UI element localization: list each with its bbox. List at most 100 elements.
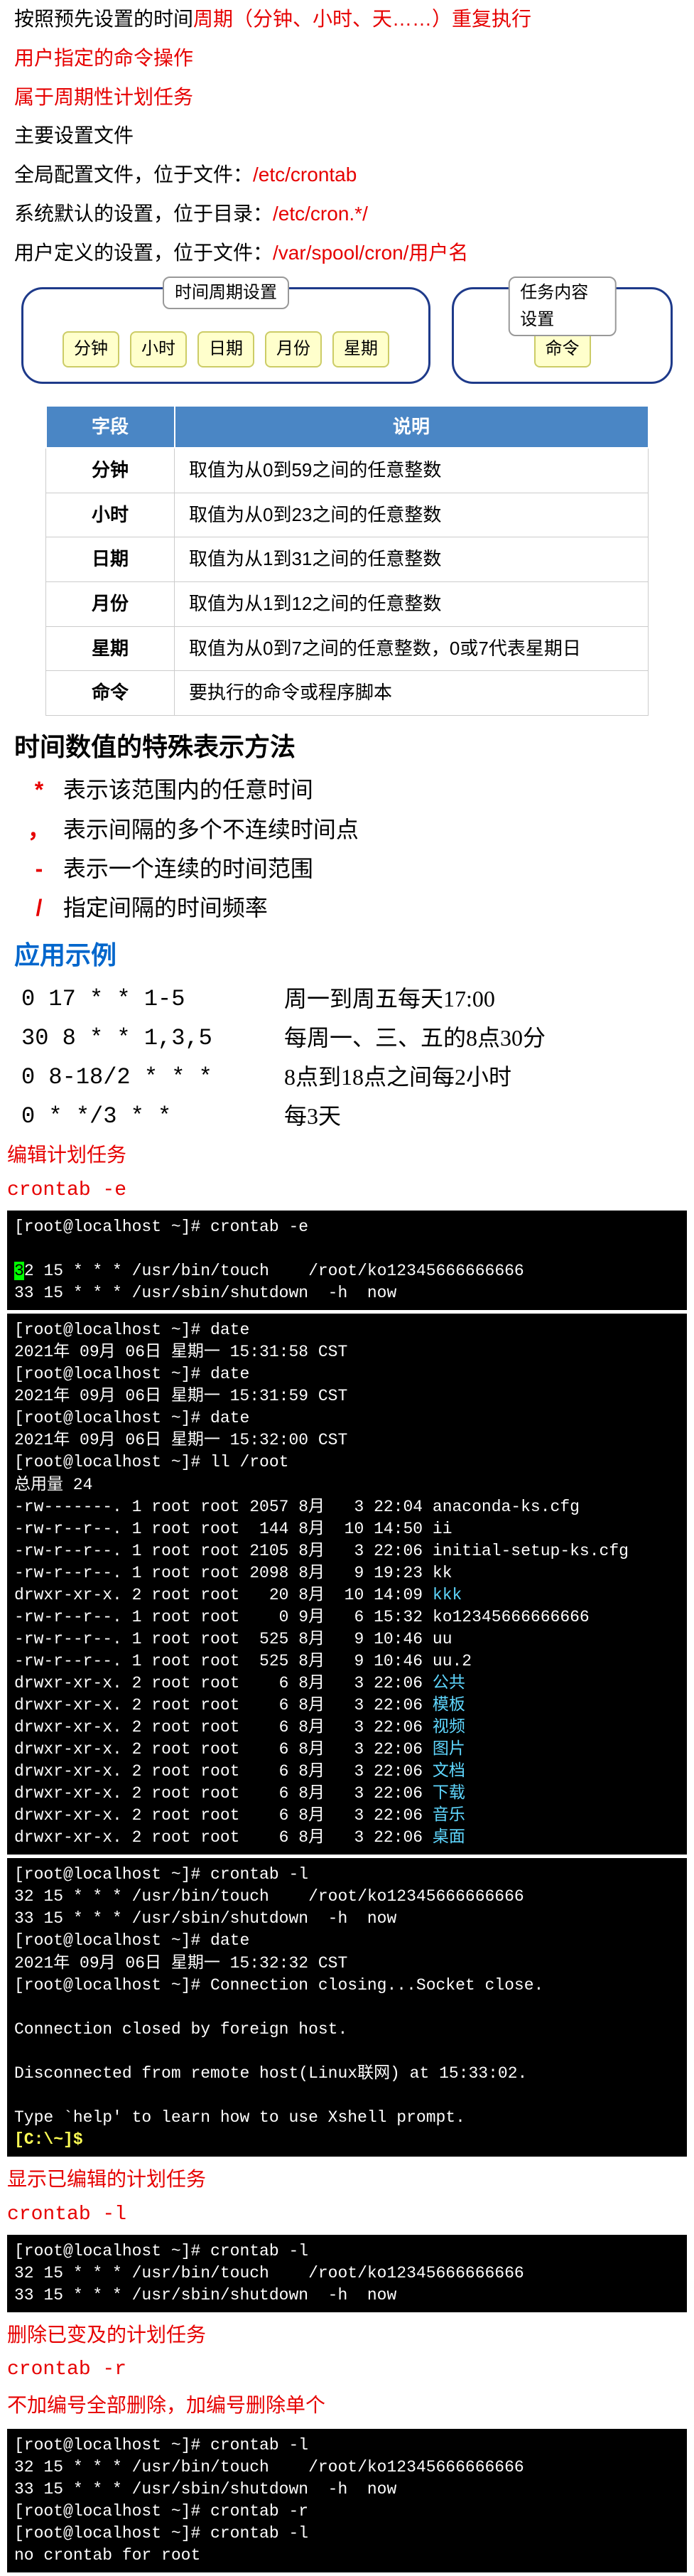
cell: 月份 (46, 581, 175, 626)
cron-expr: 0 17 * * 1-5 (21, 981, 284, 1017)
cron-expr: 30 8 * * 1,3,5 (21, 1020, 284, 1056)
line: 32 15 * * * /usr/bin/touch /root/ko12345… (14, 2458, 524, 2476)
cursor: 3 (14, 1262, 24, 1280)
line: drwxr-xr-x. 2 root root 6 8月 3 22:06 (14, 1674, 433, 1692)
line: 2021年 09月 06日 星期一 15:32:32 CST (14, 1954, 347, 1973)
dir: 音乐 (433, 1806, 465, 1825)
line: 33 15 * * * /usr/sbin/shutdown -h now (14, 1909, 396, 1928)
cron-expr: 0 * */3 * * (21, 1098, 284, 1134)
delete-task-heading: 删除已变及的计划任务 (0, 2316, 694, 2355)
line: 2021年 09月 06日 星期一 15:31:59 CST (14, 1387, 347, 1405)
tag-month: 月份 (265, 331, 322, 367)
local-prompt: [C:\~]$ (14, 2130, 83, 2149)
line: [root@localhost ~]# date (14, 1931, 249, 1950)
line: Type `help' to learn how to use Xshell p… (14, 2108, 465, 2127)
intro-line-5: 全局配置文件，位于文件：/etc/crontab (0, 156, 694, 195)
line: 2 15 * * * /usr/bin/touch /root/ko123456… (24, 1262, 524, 1280)
special-methods-title: 时间数值的特殊表示方法 (0, 723, 694, 771)
line: [root@localhost ~]# crontab -r (14, 2502, 308, 2521)
delete-note: 不加编号全部删除，加编号删除单个 (0, 2386, 694, 2425)
tag-day: 日期 (197, 331, 254, 367)
dir: 图片 (433, 1740, 465, 1759)
line: drwxr-xr-x. 2 root root 6 8月 3 22:06 (14, 1696, 433, 1714)
tag-hour: 小时 (130, 331, 187, 367)
text-highlight: 周期（分钟、小时、天……）重复执行 (193, 8, 531, 30)
dir: 桌面 (433, 1828, 465, 1847)
line: -rw-r--r--. 1 root root 0 9月 6 15:32 ko1… (14, 1608, 590, 1626)
desc: 表示间隔的多个不连续时间点 (63, 817, 359, 842)
line: [root@localhost ~]# date (14, 1321, 249, 1339)
dir: 公共 (433, 1674, 465, 1692)
text: 系统默认的设置，位于目录： (14, 203, 273, 225)
desc: 周一到周五每天17:00 (284, 981, 495, 1017)
intro-line-6: 系统默认的设置，位于目录：/etc/cron.*/ (0, 195, 694, 234)
desc: 表示该范围内的任意时间 (63, 777, 313, 803)
dir: 模板 (433, 1696, 465, 1714)
line: 33 15 * * * /usr/sbin/shutdown -h now (14, 2480, 396, 2499)
bubble-label: 时间周期设置 (163, 277, 289, 309)
examples-title: 应用示例 (0, 928, 694, 980)
intro-line-3: 属于周期性计划任务 (0, 78, 694, 117)
line: [root@localhost ~]# crontab -l (14, 2436, 308, 2454)
dir: kkk (433, 1586, 462, 1604)
table-row: 命令要执行的命令或程序脚本 (46, 671, 649, 716)
terminal-crontab-r: [root@localhost ~]# crontab -l 32 15 * *… (7, 2429, 687, 2572)
task-content-bubble: 任务内容设置 命令 (452, 287, 673, 384)
tag-weekday: 星期 (332, 331, 389, 367)
line: [root@localhost ~]# ll /root (14, 1453, 288, 1471)
line: Disconnected from remote host(Linux联网) a… (14, 2064, 527, 2083)
example-row: 0 17 * * 1-5周一到周五每天17:00 (0, 980, 694, 1019)
cron-expr: 0 8-18/2 * * * (21, 1059, 284, 1095)
cell: 命令 (46, 671, 175, 716)
th-field: 字段 (46, 406, 175, 449)
line: [root@localhost ~]# crontab -l (14, 2524, 308, 2543)
path: /etc/cron.*/ (273, 203, 368, 225)
example-row: 30 8 * * 1,3,5每周一、三、五的8点30分 (0, 1019, 694, 1058)
line: drwxr-xr-x. 2 root root 6 8月 3 22:06 (14, 1784, 433, 1803)
desc: 8点到18点之间每2小时 (284, 1059, 511, 1095)
desc: 每3天 (284, 1098, 341, 1134)
text: 全局配置文件，位于文件： (14, 163, 253, 186)
line: no crontab for root (14, 2546, 200, 2565)
special-row: ， 表示间隔的多个不连续时间点 (0, 810, 694, 849)
line: drwxr-xr-x. 2 root root 6 8月 3 22:06 (14, 1740, 433, 1759)
field-table: 字段 说明 分钟取值为从0到59之间的任意整数 小时取值为从0到23之间的任意整… (45, 405, 649, 716)
table-row: 小时取值为从0到23之间的任意整数 (46, 493, 649, 537)
cell: 取值为从1到31之间的任意整数 (175, 537, 649, 582)
cell: 日期 (46, 537, 175, 582)
line: [root@localhost ~]# date (14, 1409, 249, 1427)
path: /etc/crontab (253, 163, 357, 186)
text: 用户定义的设置，位于文件： (14, 242, 273, 264)
line: drwxr-xr-x. 2 root root 6 8月 3 22:06 (14, 1762, 433, 1781)
edit-command: crontab -e (0, 1175, 694, 1207)
intro-line-2: 用户指定的命令操作 (0, 39, 694, 78)
time-period-bubble: 时间周期设置 分钟 小时 日期 月份 星期 (21, 287, 430, 384)
table-header-row: 字段 说明 (46, 406, 649, 449)
symbol: / (21, 890, 57, 926)
terminal-date-ll: [root@localhost ~]# date 2021年 09月 06日 星… (7, 1314, 687, 1855)
line: 33 15 * * * /usr/sbin/shutdown -h now (14, 2286, 396, 2304)
cell: 取值为从0到59之间的任意整数 (175, 448, 649, 493)
bubble-label: 任务内容设置 (508, 277, 617, 337)
cron-syntax-diagram: 时间周期设置 分钟 小时 日期 月份 星期 任务内容设置 命令 (0, 273, 694, 398)
line: 33 15 * * * /usr/sbin/shutdown -h now (14, 1284, 396, 1302)
line: [root@localhost ~]# crontab -l (14, 1865, 308, 1884)
line: Connection closed by foreign host. (14, 2020, 347, 2039)
line: -rw-------. 1 root root 2057 8月 3 22:04 … (14, 1498, 580, 1516)
table-row: 分钟取值为从0到59之间的任意整数 (46, 448, 649, 493)
dir: 文档 (433, 1762, 465, 1781)
cell: 取值为从0到7之间的任意整数，0或7代表星期日 (175, 626, 649, 671)
show-command: crontab -l (0, 2199, 694, 2231)
intro-line-4: 主要设置文件 (0, 117, 694, 156)
symbol: ， (21, 812, 57, 848)
tag-command: 命令 (534, 331, 591, 367)
cell: 取值为从0到23之间的任意整数 (175, 493, 649, 537)
desc: 表示一个连续的时间范围 (63, 856, 313, 881)
delete-command: crontab -r (0, 2354, 694, 2386)
terminal-crontab-l-disconnect: [root@localhost ~]# crontab -l 32 15 * *… (7, 1858, 687, 2157)
special-row: - 表示一个连续的时间范围 (0, 849, 694, 889)
line: [root@localhost ~]# Connection closing..… (14, 1976, 543, 1995)
table-row: 日期取值为从1到31之间的任意整数 (46, 537, 649, 582)
th-desc: 说明 (175, 406, 649, 449)
show-task-heading: 显示已编辑的计划任务 (0, 2160, 694, 2199)
